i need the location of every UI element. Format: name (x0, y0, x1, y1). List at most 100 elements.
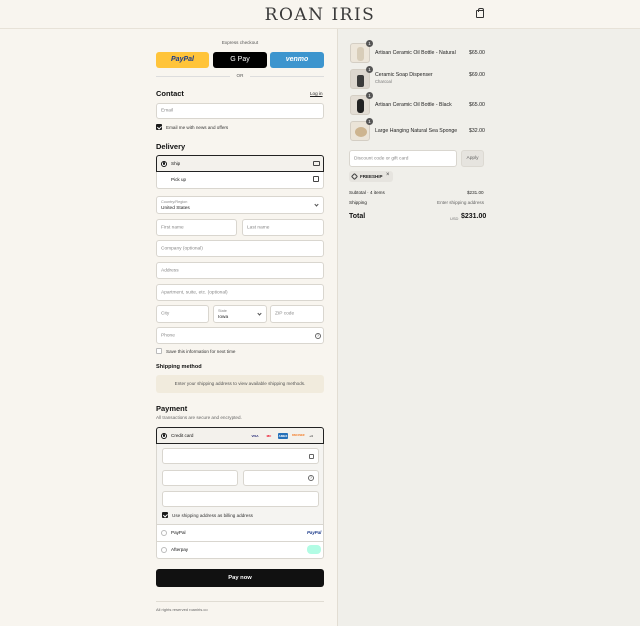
currency-label: USD (450, 216, 459, 221)
address-field[interactable]: Address (156, 262, 324, 279)
ship-radio[interactable] (161, 160, 167, 167)
divider (156, 601, 324, 602)
help-icon[interactable]: ? (308, 475, 314, 481)
shipping-label: Shipping (349, 200, 367, 205)
paypal-logo-icon: PayPal (307, 530, 322, 535)
quantity-badge: 1 (366, 66, 373, 73)
help-icon[interactable]: ? (315, 333, 321, 339)
company-field[interactable]: Company (optional) (156, 240, 324, 257)
discount-chip: FREESHIP × (349, 171, 393, 182)
venmo-express-button[interactable]: venmo (270, 52, 324, 68)
paypal-option[interactable]: PayPal PayPal (156, 525, 324, 542)
express-checkout-label: Express checkout (221, 40, 259, 45)
product-name: Ceramic Soap Dispenser (375, 72, 433, 78)
chevron-down-icon (257, 311, 262, 316)
divider (250, 76, 324, 77)
ship-option[interactable]: Ship (156, 155, 324, 172)
site-header: ROAN IRIS (0, 0, 640, 29)
quantity-badge: 1 (366, 40, 373, 47)
quantity-badge: 1 (366, 118, 373, 125)
tag-icon (350, 172, 359, 181)
delivery-heading: Delivery (156, 142, 186, 151)
login-link[interactable]: Log in (310, 91, 323, 96)
ship-label: Ship (171, 161, 181, 166)
truck-icon (313, 161, 320, 166)
discover-icon: DISCOVER (292, 434, 305, 437)
product-price: $65.00 (469, 102, 485, 108)
country-label: Country/Region (161, 200, 188, 204)
more-cards-icon: +4 (309, 434, 313, 438)
footer-text: All rights reserved roaniris.co (156, 607, 208, 612)
chevron-down-icon (314, 202, 319, 207)
divider (156, 76, 230, 77)
last-name-field[interactable]: Last name (242, 219, 324, 236)
product-name: Artisan Ceramic Oil Bottle - Natural (375, 50, 456, 56)
news-checkbox[interactable] (156, 124, 162, 130)
oil-bottle-icon (357, 47, 364, 61)
subtotal-label: Subtotal · 4 items (349, 190, 385, 195)
expiration-field[interactable] (162, 470, 238, 486)
afterpay-option[interactable]: Afterpay (156, 542, 324, 559)
phone-field[interactable]: Phone ? (156, 327, 324, 344)
credit-card-radio[interactable] (161, 432, 167, 439)
mastercard-icon: MC (266, 434, 272, 438)
news-label: Email me with news and offers (166, 125, 229, 130)
credit-card-label: Credit card (171, 433, 194, 438)
oil-bottle-icon (357, 99, 364, 113)
visa-icon: VISA (251, 434, 259, 438)
discount-code-label: FREESHIP (360, 174, 383, 179)
order-summary (337, 29, 640, 626)
payment-subtext: All transactions are secure and encrypte… (156, 415, 242, 420)
city-field[interactable]: City (156, 305, 209, 323)
product-variant: Charcoal (375, 79, 392, 84)
name-on-card-field[interactable] (162, 491, 319, 507)
zip-field[interactable]: ZIP code (270, 305, 324, 323)
afterpay-label: Afterpay (171, 547, 189, 552)
credit-card-option[interactable]: Credit card VISA MC AMEX DISCOVER +4 (156, 427, 324, 444)
security-code-field[interactable]: ? (243, 470, 319, 486)
or-divider-label: OR (236, 73, 244, 78)
brand-logo[interactable]: ROAN IRIS (0, 5, 640, 25)
card-number-field[interactable] (162, 448, 319, 464)
product-price: $69.00 (469, 72, 485, 78)
soap-dispenser-icon (357, 75, 364, 87)
state-value: Iowa (218, 315, 229, 320)
shipping-value: Enter shipping address (437, 200, 484, 205)
sea-sponge-icon (355, 127, 367, 137)
total-label: Total (349, 213, 366, 220)
country-value: United States (161, 206, 190, 211)
afterpay-logo-icon (307, 545, 321, 554)
payment-heading: Payment (156, 404, 188, 413)
state-label: State (218, 309, 227, 313)
product-price: $32.00 (469, 128, 485, 134)
apply-button[interactable]: Apply (461, 150, 484, 167)
pay-now-button[interactable]: Pay now (156, 569, 324, 587)
first-name-field[interactable]: First name (156, 219, 237, 236)
state-select[interactable]: State Iowa (213, 305, 267, 323)
discount-code-field[interactable]: Discount code or gift card (349, 150, 457, 167)
product-price: $65.00 (469, 50, 485, 56)
email-field[interactable]: Email (156, 103, 324, 119)
amex-icon: AMEX (278, 433, 288, 439)
total-value: $231.00 (461, 213, 487, 220)
billing-address-label: Use shipping address as billing address (172, 513, 253, 518)
checkout-page: ROAN IRIS Express checkout PayPal G Pay … (0, 0, 640, 626)
shipping-method-notice: Enter your shipping address to view avai… (156, 375, 324, 393)
country-select[interactable]: Country/Region United States (156, 196, 324, 214)
afterpay-radio[interactable] (161, 547, 167, 553)
card-form: ? Use shipping address as billing addres… (156, 444, 324, 525)
pickup-option[interactable]: Pick up (156, 172, 324, 189)
product-name: Large Hanging Natural Sea Sponge (375, 128, 458, 134)
contact-heading: Contact (156, 89, 184, 98)
gpay-express-button[interactable]: G Pay (213, 52, 267, 68)
shipping-method-heading: Shipping method (156, 364, 202, 370)
apartment-field[interactable]: Apartment, suite, etc. (optional) (156, 284, 324, 301)
billing-address-checkbox[interactable] (162, 512, 168, 518)
remove-discount-icon[interactable]: × (386, 172, 390, 178)
lock-icon (309, 454, 314, 459)
paypal-radio[interactable] (161, 530, 167, 536)
paypal-express-button[interactable]: PayPal (156, 52, 209, 68)
shopping-bag-icon[interactable] (476, 8, 484, 18)
pickup-label: Pick up (171, 177, 187, 182)
save-info-checkbox[interactable] (156, 348, 162, 354)
